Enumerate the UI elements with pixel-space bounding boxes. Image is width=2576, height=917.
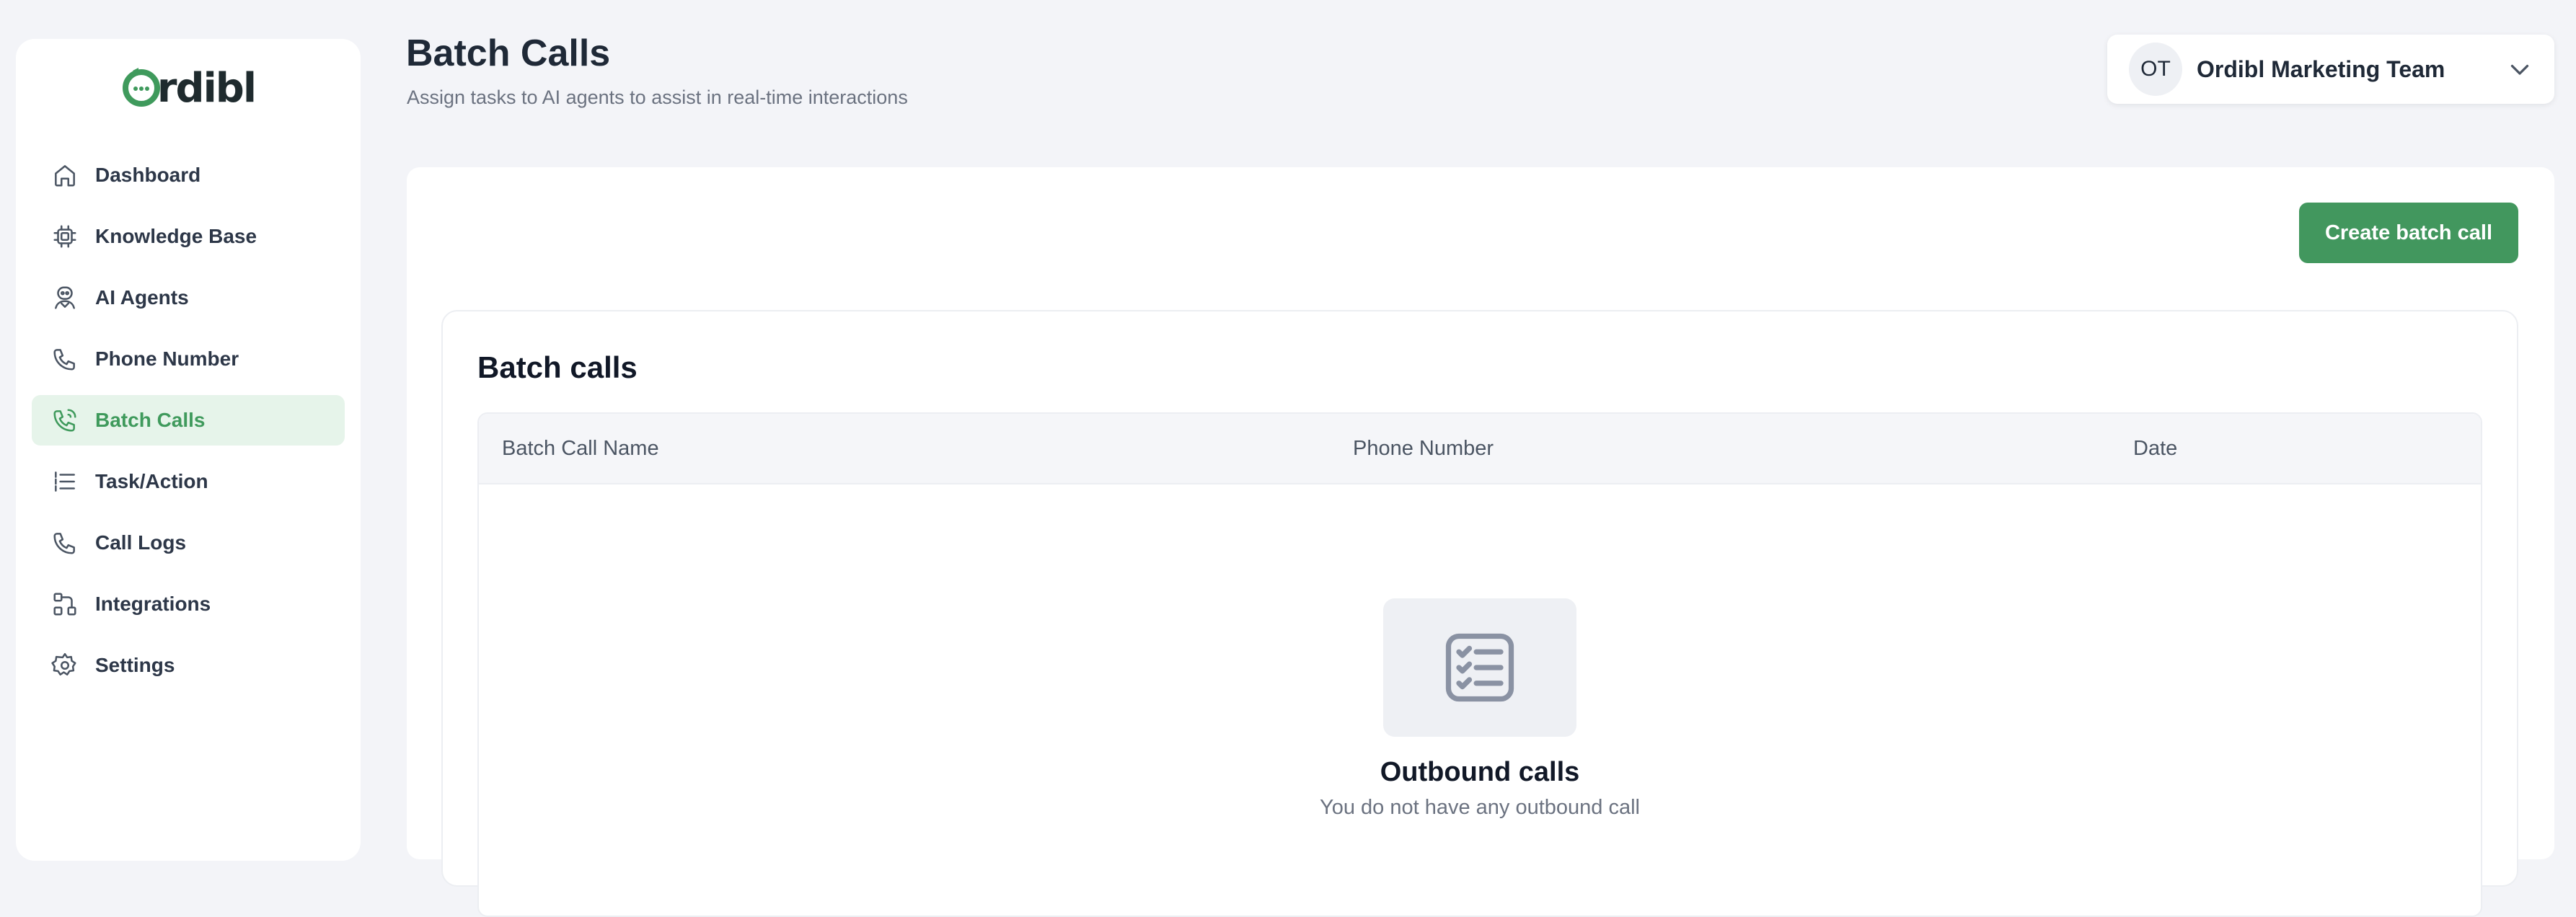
- gear-icon: [50, 651, 79, 680]
- column-header-phone-number[interactable]: Phone Number: [1353, 437, 1494, 461]
- sidebar-item-label: Phone Number: [95, 347, 239, 370]
- sidebar-item-label: Task/Action: [95, 470, 208, 492]
- column-header-date[interactable]: Date: [2133, 437, 2177, 461]
- checklist-icon: [50, 467, 79, 496]
- sidebar-item-label: Call Logs: [95, 531, 187, 554]
- home-icon: [50, 161, 79, 190]
- column-header-batch-call-name[interactable]: Batch Call Name: [502, 437, 659, 461]
- chip-icon: [50, 222, 79, 251]
- page-subtitle: Assign tasks to AI agents to assist in r…: [407, 87, 908, 108]
- avatar: OT: [2129, 43, 2182, 96]
- team-selector[interactable]: OT Ordibl Marketing Team: [2107, 35, 2554, 104]
- sidebar-item-phone-number[interactable]: Phone Number: [32, 334, 345, 384]
- sidebar-item-task-action[interactable]: Task/Action: [32, 456, 345, 507]
- phone-icon: [50, 345, 79, 373]
- sidebar-item-dashboard[interactable]: Dashboard: [32, 150, 345, 200]
- app-logo[interactable]: rdibl: [16, 59, 361, 117]
- sidebar-item-label: AI Agents: [95, 286, 189, 309]
- create-batch-call-button[interactable]: Create batch call: [2299, 203, 2518, 263]
- sidebar-item-settings[interactable]: Settings: [32, 640, 345, 691]
- phone-icon: [50, 528, 79, 557]
- checklist-icon: [1445, 633, 1514, 702]
- chevron-down-icon: [2507, 56, 2533, 82]
- sidebar-item-label: Integrations: [95, 593, 211, 615]
- sidebar-item-batch-calls[interactable]: Batch Calls: [32, 395, 345, 446]
- sidebar-item-call-logs[interactable]: Call Logs: [32, 518, 345, 568]
- team-name: Ordibl Marketing Team: [2197, 56, 2445, 82]
- page-title: Batch Calls: [406, 32, 611, 74]
- sidebar-item-ai-agents[interactable]: AI Agents: [32, 273, 345, 323]
- sidebar-item-label: Dashboard: [95, 164, 201, 186]
- sidebar-item-label: Batch Calls: [95, 409, 206, 431]
- card-title: Batch calls: [477, 350, 638, 384]
- integrations-icon: [50, 590, 79, 619]
- logo-text: rdibl: [156, 64, 257, 112]
- sidebar-item-label: Knowledge Base: [95, 225, 257, 247]
- table-header: Batch Call Name Phone Number Date: [479, 414, 2481, 484]
- empty-state-subtitle: You do not have any outbound call: [1320, 796, 1640, 819]
- agent-icon: [50, 283, 79, 312]
- sidebar-item-knowledge-base[interactable]: Knowledge Base: [32, 211, 345, 262]
- empty-state-title: Outbound calls: [1380, 757, 1580, 787]
- phone-ringing-icon: [50, 406, 79, 435]
- empty-state-illustration: [1383, 598, 1576, 737]
- logo-mark-icon: [122, 68, 160, 107]
- sidebar-item-integrations[interactable]: Integrations: [32, 579, 345, 629]
- sidebar-item-label: Settings: [95, 654, 175, 676]
